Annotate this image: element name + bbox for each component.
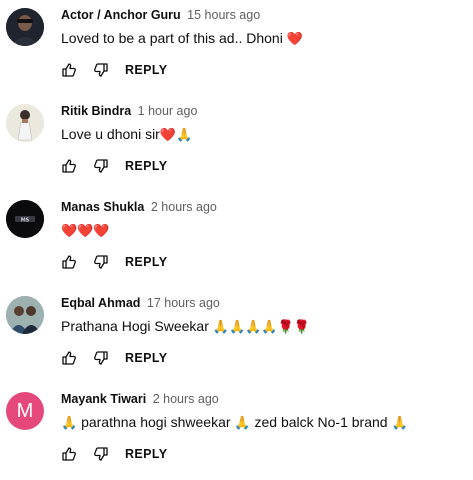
thumbs-down-icon[interactable] xyxy=(93,446,109,462)
emoji-group: ❤️🙏 xyxy=(159,128,193,143)
folded-hands-emoji: 🙏 xyxy=(391,416,408,431)
thumbs-down-icon[interactable] xyxy=(93,62,109,78)
timestamp[interactable]: 1 hour ago xyxy=(138,104,198,118)
comment-text: Love u dhoni sir❤️🙏 xyxy=(61,126,192,143)
comment-actions: REPLY xyxy=(61,350,168,366)
author-name[interactable]: Manas Shukla xyxy=(61,200,144,214)
emoji-group: ❤️❤️❤️ xyxy=(61,224,110,239)
avatar-letter: M xyxy=(16,399,34,422)
comment-header: Mayank Tiwari 2 hours ago xyxy=(61,392,219,406)
thumbs-up-icon[interactable] xyxy=(61,254,77,270)
timestamp[interactable]: 2 hours ago xyxy=(153,392,219,406)
comment-body: Love u dhoni sir xyxy=(61,126,160,142)
reply-button[interactable]: REPLY xyxy=(125,255,168,269)
comment-actions: REPLY xyxy=(61,254,168,270)
comment-header: Manas Shukla 2 hours ago xyxy=(61,200,217,214)
comment-body: Loved to be a part of this ad.. Dhoni xyxy=(61,30,283,46)
comment-header: Actor / Anchor Guru 15 hours ago xyxy=(61,8,260,22)
comment-text: 🙏 parathna hogi shweekar 🙏 zed balck No-… xyxy=(61,414,408,431)
reply-button[interactable]: REPLY xyxy=(125,351,168,365)
watermark-text: ⠀ xyxy=(30,66,37,76)
author-name[interactable]: Actor / Anchor Guru xyxy=(61,8,181,22)
timestamp[interactable]: 2 hours ago xyxy=(151,200,217,214)
thumbs-down-icon[interactable] xyxy=(93,350,109,366)
svg-text:MS: MS xyxy=(21,218,30,224)
avatar[interactable] xyxy=(6,104,44,142)
reply-button[interactable]: REPLY xyxy=(125,447,168,461)
comment-actions: REPLY xyxy=(61,446,168,462)
comment-text: Prathana Hogi Sweekar 🙏🙏🙏🙏🌹🌹 xyxy=(61,318,310,335)
timestamp[interactable]: 17 hours ago xyxy=(147,296,220,310)
comment-header: Ritik Bindra 1 hour ago xyxy=(61,104,197,118)
avatar-photo: MS xyxy=(6,200,44,238)
comment-item: M Mayank Tiwari 2 hours ago 🙏 parathna h… xyxy=(0,384,473,480)
thumbs-up-icon[interactable] xyxy=(61,350,77,366)
avatar[interactable] xyxy=(6,296,44,334)
thumbs-up-icon[interactable] xyxy=(61,446,77,462)
reply-button[interactable]: REPLY xyxy=(125,63,168,77)
avatar[interactable] xyxy=(6,8,44,46)
avatar[interactable]: M xyxy=(6,392,44,430)
comment-item: Ritik Bindra 1 hour ago Love u dhoni sir… xyxy=(0,96,473,192)
emoji-group: 🙏🙏🙏🙏🌹🌹 xyxy=(212,320,310,335)
comment-header: Eqbal Ahmad 17 hours ago xyxy=(61,296,220,310)
comment-body: parathna hogi shweekar xyxy=(77,414,235,430)
avatar-photo xyxy=(6,8,44,46)
avatar-photo xyxy=(6,104,44,142)
reply-button[interactable]: REPLY xyxy=(125,159,168,173)
thumbs-up-icon[interactable] xyxy=(61,158,77,174)
comment-body: Prathana Hogi Sweekar xyxy=(61,318,209,334)
comment-item: Eqbal Ahmad 17 hours ago Prathana Hogi S… xyxy=(0,288,473,384)
heart-emoji: ❤️ xyxy=(286,32,303,47)
folded-hands-emoji: 🙏 xyxy=(61,416,78,431)
author-name[interactable]: Ritik Bindra xyxy=(61,104,131,118)
thumbs-down-icon[interactable] xyxy=(93,158,109,174)
author-name[interactable]: Eqbal Ahmad xyxy=(61,296,140,310)
timestamp[interactable]: 15 hours ago xyxy=(187,8,260,22)
author-name[interactable]: Mayank Tiwari xyxy=(61,392,146,406)
thumbs-down-icon[interactable] xyxy=(93,254,109,270)
thumbs-up-icon[interactable] xyxy=(61,62,77,78)
comment-text: Loved to be a part of this ad.. Dhoni ❤️ xyxy=(61,30,303,47)
avatar-photo xyxy=(6,296,44,334)
comment-body: zed balck No-1 brand xyxy=(250,414,392,430)
comment-text: ❤️❤️❤️ xyxy=(61,222,110,239)
folded-hands-emoji: 🙏 xyxy=(234,416,251,431)
comment-actions: REPLY xyxy=(61,158,168,174)
comment-item: MS Manas Shukla 2 hours ago ❤️❤️❤️ REPLY xyxy=(0,192,473,288)
avatar[interactable]: MS xyxy=(6,200,44,238)
comment-actions: REPLY xyxy=(61,62,168,78)
comment-item: Actor / Anchor Guru 15 hours ago Loved t… xyxy=(0,0,473,96)
